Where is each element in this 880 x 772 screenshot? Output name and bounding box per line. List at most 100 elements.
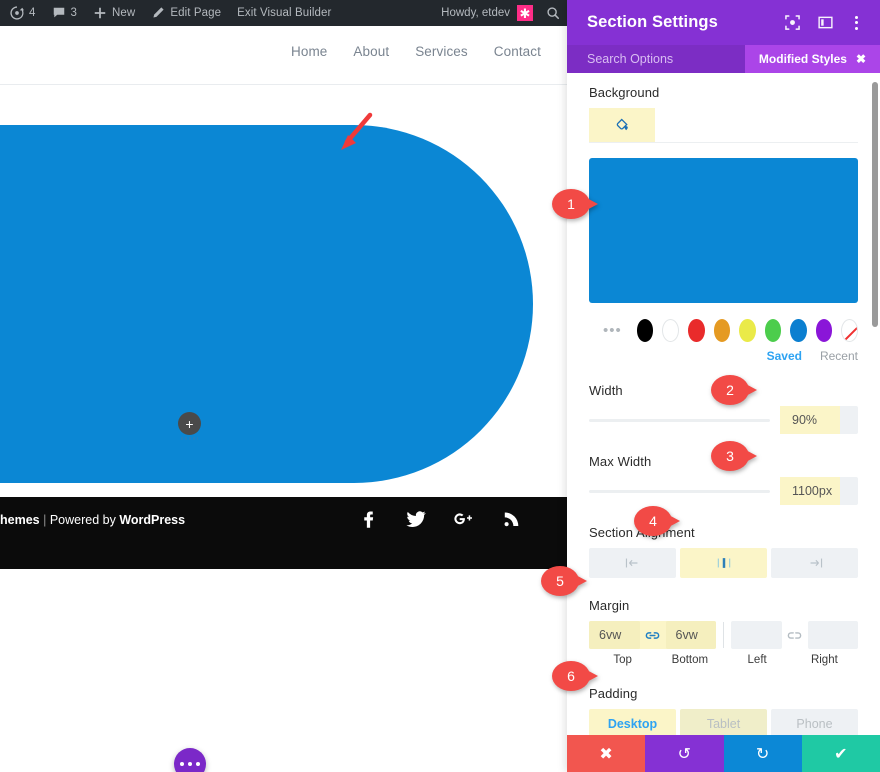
facebook-icon[interactable]	[355, 506, 381, 532]
new-label: New	[112, 7, 136, 19]
admin-bar-exit-visual-builder[interactable]: Exit Visual Builder	[229, 0, 339, 26]
width-value-field[interactable]: 90%	[780, 406, 858, 434]
margin-control: 6vw 6vw	[589, 621, 858, 649]
margin-top-label: Top	[613, 654, 632, 666]
link-icon[interactable]	[640, 629, 666, 642]
device-tab-phone[interactable]: Phone	[771, 709, 858, 735]
builder-more-options-button[interactable]	[174, 748, 206, 772]
swatch-green[interactable]	[764, 319, 782, 342]
google-plus-icon[interactable]	[451, 506, 477, 532]
search-options-input[interactable]: Search Options	[587, 52, 745, 66]
rss-icon[interactable]	[499, 506, 525, 532]
device-tab-tablet[interactable]: Tablet	[680, 709, 767, 735]
nav-item-about[interactable]: About	[353, 44, 389, 59]
unlink-icon[interactable]	[782, 629, 808, 642]
pin-body: 1	[552, 189, 590, 219]
pin-body: 5	[541, 566, 579, 596]
align-left-button[interactable]	[589, 548, 676, 578]
swatch-blue[interactable]	[790, 319, 807, 342]
annotation-marker-6: 6	[552, 661, 598, 691]
add-module-button[interactable]: +	[178, 412, 201, 435]
swatch-none[interactable]	[840, 319, 858, 342]
pin-body: 3	[711, 441, 749, 471]
margin-bottom-field[interactable]: 6vw	[665, 621, 716, 649]
kebab-dot	[855, 21, 858, 24]
recent-colors-tab[interactable]: Recent	[820, 349, 858, 363]
background-label: Background	[589, 85, 660, 100]
redo-button[interactable]: ↻	[723, 735, 802, 772]
margin-divider	[723, 622, 724, 648]
twitter-icon[interactable]	[403, 506, 429, 532]
nav-item-contact[interactable]: Contact	[494, 44, 541, 59]
admin-bar-account[interactable]: Howdy, etdev ✱	[441, 5, 539, 21]
max-width-slider[interactable]	[589, 489, 770, 493]
margin-left-label: Left	[747, 654, 767, 666]
admin-bar-updates[interactable]: 4	[2, 0, 44, 26]
margin-top-field[interactable]: 6vw	[589, 621, 640, 649]
swatch-purple[interactable]	[815, 319, 832, 342]
footer-credit: hemes | Powered by WordPress	[0, 513, 300, 527]
annotation-marker-5: 5	[541, 566, 587, 596]
swatch-yellow[interactable]	[739, 319, 756, 342]
kebab-dot	[855, 15, 858, 19]
width-slider[interactable]	[589, 418, 770, 422]
more-colors-icon[interactable]: •••	[603, 322, 622, 339]
blue-section-preview[interactable]	[0, 125, 533, 483]
avatar: ✱	[517, 5, 533, 21]
footer-credit-prefix: hemes	[0, 513, 40, 527]
panel-header: Section Settings	[567, 0, 880, 45]
saved-colors-tab[interactable]: Saved	[767, 349, 802, 363]
cancel-button[interactable]: ✖	[567, 735, 646, 772]
color-swatches: •••	[589, 319, 858, 342]
save-button[interactable]: ✔	[801, 735, 880, 772]
wp-admin-bar: 4 3 New Edit Page Exit Visual Builder Ho…	[0, 0, 567, 26]
align-right-icon	[810, 558, 822, 568]
swatch-white[interactable]	[662, 319, 680, 342]
header-divider	[0, 84, 567, 85]
screenshot-root: 4 3 New Edit Page Exit Visual Builder Ho…	[0, 0, 880, 772]
admin-bar-edit-page[interactable]: Edit Page	[143, 0, 229, 26]
background-color-preview[interactable]	[589, 158, 858, 303]
margin-right-field[interactable]	[807, 621, 858, 649]
footer-credit-mid: Powered by	[49, 513, 120, 527]
swatch-red[interactable]	[688, 319, 705, 342]
close-icon[interactable]: ✖	[856, 52, 866, 66]
exit-builder-label: Exit Visual Builder	[237, 7, 332, 19]
device-tab-desktop[interactable]: Desktop	[589, 709, 676, 735]
admin-bar-new[interactable]: New	[85, 0, 143, 26]
modified-styles-badge[interactable]: Modified Styles ✖	[744, 45, 880, 73]
margin-horizontal-group	[731, 621, 858, 649]
margin-left-field[interactable]	[731, 621, 782, 649]
nav-item-home[interactable]: Home	[291, 44, 327, 59]
panel-search-bar: Search Options Modified Styles ✖	[567, 45, 880, 73]
footer-social-links	[355, 506, 525, 532]
pin-body: 6	[552, 661, 590, 691]
ellipsis-dot	[196, 762, 200, 766]
swatch-orange[interactable]	[713, 319, 731, 342]
admin-bar-search[interactable]	[539, 6, 567, 20]
swatch-black[interactable]	[636, 319, 654, 342]
nav-item-services[interactable]: Services	[415, 44, 468, 59]
annotation-marker-1: 1	[552, 189, 598, 219]
align-right-button[interactable]	[771, 548, 858, 578]
site-header: Home About Services Contact	[0, 26, 567, 84]
search-icon	[546, 6, 560, 20]
max-width-value: 1100px	[792, 484, 833, 498]
annotation-marker-3: 3	[711, 441, 757, 471]
align-center-button[interactable]	[680, 548, 767, 578]
kebab-menu-icon[interactable]	[851, 15, 862, 30]
pencil-icon	[151, 6, 165, 20]
background-color-tab[interactable]	[589, 108, 655, 142]
undo-button[interactable]: ↺	[645, 735, 724, 772]
layout-columns-icon[interactable]	[818, 15, 833, 30]
annotation-marker-2: 2	[711, 375, 757, 405]
max-width-value-field[interactable]: 1100px	[780, 477, 858, 505]
target-icon[interactable]	[785, 15, 800, 30]
ellipsis-dot	[180, 762, 184, 766]
panel-scrollbar[interactable]	[872, 82, 878, 327]
padding-device-tabs: Desktop Tablet Phone	[589, 709, 858, 735]
paint-bucket-icon	[616, 118, 628, 130]
pin-body: 2	[711, 375, 749, 405]
admin-bar-comments[interactable]: 3	[44, 0, 86, 26]
comments-count: 3	[70, 7, 77, 19]
